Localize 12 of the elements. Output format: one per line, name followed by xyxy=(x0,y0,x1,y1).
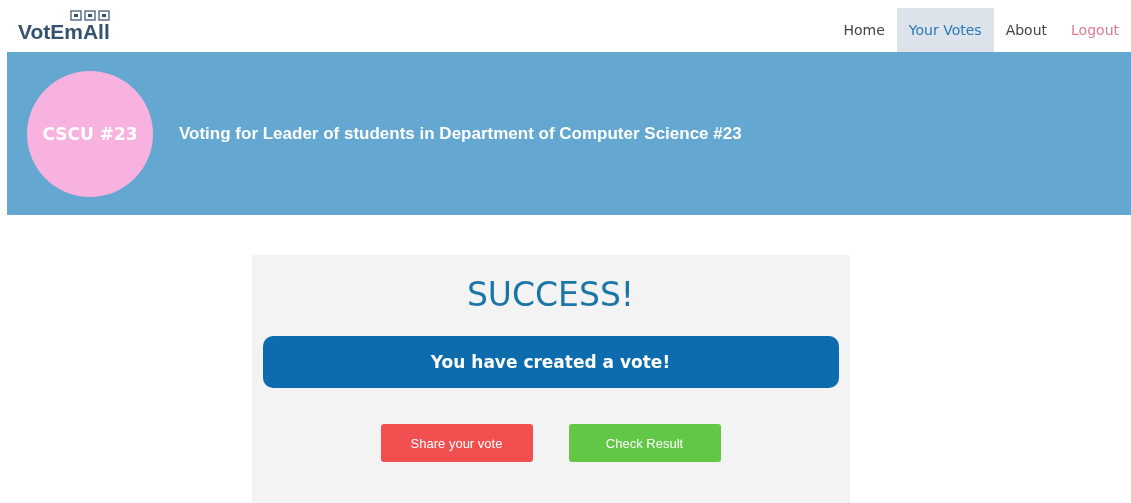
group-badge: CSCU #23 xyxy=(27,70,153,197)
success-message: You have created a vote! xyxy=(262,336,839,388)
share-button[interactable]: Share your vote xyxy=(380,424,533,462)
logo[interactable]: VotEmAll xyxy=(18,21,110,42)
nav-link[interactable]: Logout xyxy=(1059,8,1131,52)
ballot-boxes-icon xyxy=(69,10,110,21)
nav-link[interactable]: Home xyxy=(831,8,897,52)
vote-title: Voting for Leader of students in Department of Computer Science #23 xyxy=(179,123,742,144)
nav-link[interactable]: About xyxy=(993,8,1060,52)
result-button[interactable]: Check Result xyxy=(568,424,721,462)
nav-link[interactable]: Your Votes xyxy=(896,8,994,52)
success-heading: SUCCESS! xyxy=(466,275,635,314)
